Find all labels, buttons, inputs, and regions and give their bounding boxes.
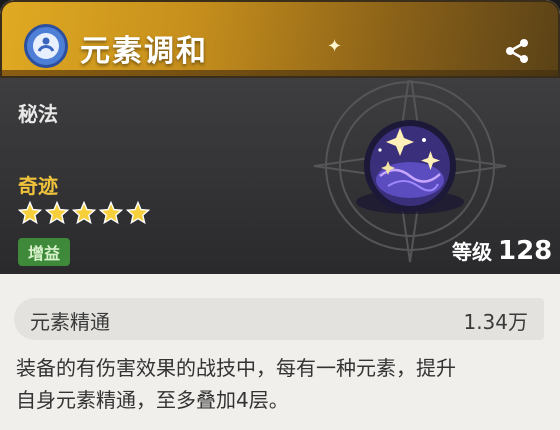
star-icon [45,201,69,225]
sparkle-icon: ✦ [327,36,343,57]
level-label: 等级 [452,240,492,264]
stat-value: 1.34万 [463,310,528,334]
stat-row: 元素精通 1.34万 [14,298,544,340]
stat-label: 元素精通 [30,310,110,334]
element-mastery-icon [24,24,68,68]
item-description: 装备的有伤害效果的战技中，每有一种元素，提升 自身元素精通，至多叠加4层。 [16,356,456,412]
star-icon [99,201,123,225]
share-icon[interactable] [502,36,532,66]
rarity-label: 奇迹 [18,174,58,198]
buff-tag: 增益 [18,238,71,266]
level-value: 128 [498,236,553,266]
star-icon [126,201,150,225]
card-header: 元素调和 ✦ [0,0,560,78]
crystal-orb-icon [313,80,507,263]
star-rating [18,201,153,229]
star-icon [72,201,96,225]
level-indicator: 等级 128 [452,236,552,266]
item-title: 元素调和 [80,34,208,69]
star-icon [18,201,42,225]
item-category: 秘法 [18,102,58,126]
item-detail-card: 元素调和 ✦ 秘法 奇迹 增益 等级 128 元素精通 1.34万 装备的有伤害… [0,0,560,430]
